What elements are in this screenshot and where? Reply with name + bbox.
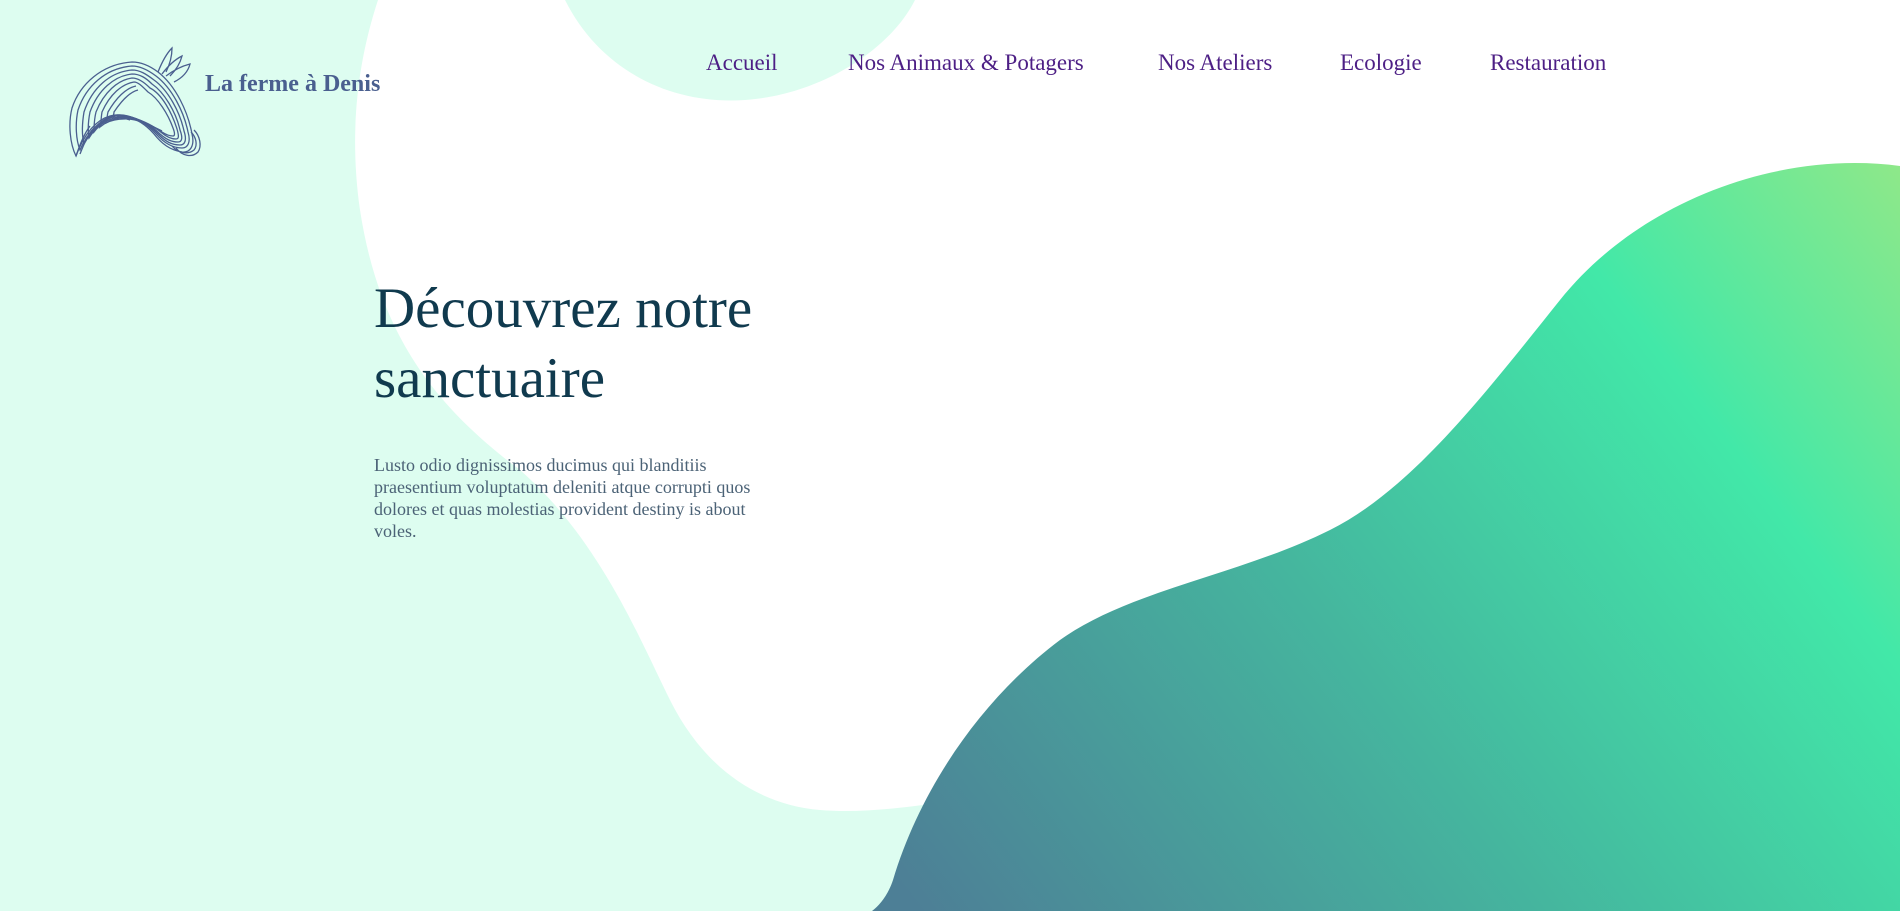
background-shapes xyxy=(0,0,1900,911)
hero-title: Découvrez notre sanctuaire xyxy=(374,277,753,410)
nav-item-ecologie[interactable]: Ecologie xyxy=(1340,46,1422,80)
main-navigation: Accueil Nos Animaux & Potagers Nos Ateli… xyxy=(0,46,1900,82)
hero-description: Lusto odio dignissimos ducimus qui bland… xyxy=(374,455,751,541)
nav-item-restauration[interactable]: Restauration xyxy=(1490,46,1606,80)
nav-item-nos-animaux-potagers[interactable]: Nos Animaux & Potagers xyxy=(848,46,1084,80)
green-gradient-blob xyxy=(872,163,1900,911)
landing-page: La ferme à Denis Accueil Nos Animaux & P… xyxy=(0,0,1900,911)
nav-item-nos-ateliers[interactable]: Nos Ateliers xyxy=(1158,46,1272,80)
nav-item-accueil[interactable]: Accueil xyxy=(706,46,778,80)
